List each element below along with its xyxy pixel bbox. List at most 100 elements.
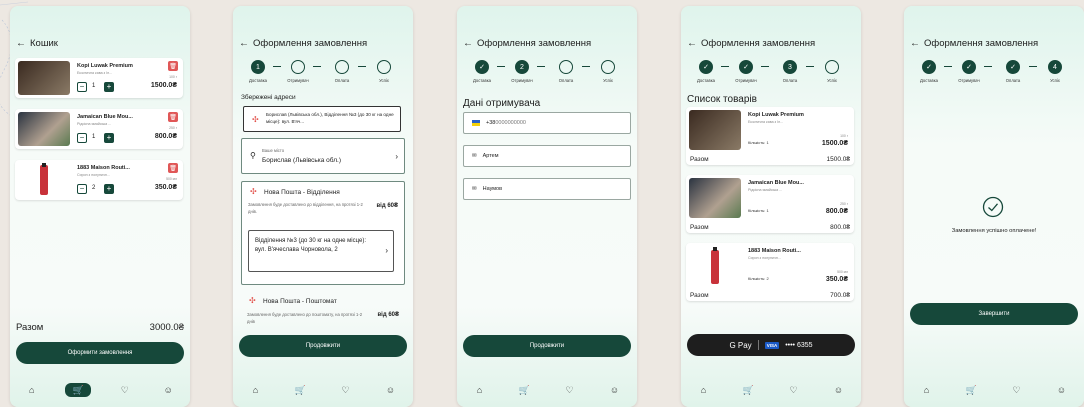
mail-icon: ✉ [472,153,477,159]
last-name-input[interactable]: ✉ Наумов [463,178,631,200]
product-image [689,110,741,150]
profile-icon[interactable]: ☺ [381,383,401,397]
ukraine-flag-icon [472,120,480,126]
phone-input[interactable]: +380000000000 [463,112,631,134]
step-label: Успіх [1050,78,1060,83]
cart-icon[interactable]: 🛒 [291,383,311,397]
home-icon[interactable]: ⌂ [470,383,490,397]
sum-row: Разом 800.0₴ [690,224,850,231]
sum-value: 800.0₴ [830,224,850,231]
recipient-screen: ← Оформлення замовлення ✓ 2 Доставка Отр… [457,6,637,407]
product-description: Екзотична кава з Ін... [748,120,784,124]
continue-button[interactable]: Продовжити [239,335,407,357]
checkout-button[interactable]: Оформити замовлення [16,342,184,364]
stepper: ✓ ✓ ✓ 4 Доставка Отримувач Оплата Успіх [912,60,1072,86]
delivery-price: від 60₴ [376,203,398,209]
home-icon[interactable]: ⌂ [246,383,266,397]
step-4: 4 [1048,60,1062,74]
back-arrow-icon[interactable]: ← [463,38,473,49]
step-3-done: ✓ [1006,60,1020,74]
chevron-right-icon: › [385,246,388,255]
nova-poshta-locker-option[interactable]: ✣ Нова Пошта - Поштомат Замовлення буде … [241,291,405,324]
delivery-title: Нова Пошта - Відділення [264,189,340,196]
delivery-description: Замовлення буде доставлено до поштомату,… [247,312,363,324]
heart-icon[interactable]: ♡ [784,383,804,397]
step-1: 1 [251,60,265,74]
nova-poshta-branch-option[interactable]: ✣ Нова Пошта - Відділення Замовлення буд… [241,181,405,285]
sum-row: Разом 1500.0₴ [690,156,850,163]
plus-button[interactable]: + [104,133,114,143]
trash-icon[interactable]: 🗑 [168,112,178,122]
profile-icon[interactable]: ☺ [605,383,625,397]
product-image [689,246,741,286]
total-value: 3000.0₴ [149,322,184,333]
city-select[interactable]: ⚲ Ваше місто Борислав (Львівська обл.) › [241,138,405,174]
profile-icon[interactable]: ☺ [829,383,849,397]
product-price: 1500.0₴ [821,140,848,147]
cart-icon[interactable]: 🛒 [962,383,982,397]
quantity: 1 [766,140,769,145]
bottom-nav: ⌂ 🛒 ♡ ☺ [904,373,1084,407]
total-label: Разом [16,322,44,333]
bottom-nav: ⌂ 🛒 ♡ ☺ [233,373,413,407]
first-name-input[interactable]: ✉ Артем [463,145,631,167]
cart-icon[interactable]: 🛒 [739,383,759,397]
step-1-done: ✓ [922,60,936,74]
stepper: 1 Доставка Отримувач Оплата Успіх [241,60,401,86]
quantity: 1 [92,134,96,140]
trash-icon[interactable]: 🗑 [168,61,178,71]
sum-label: Разом [690,292,709,299]
product-name: Jamaican Blue Mou... [77,114,133,120]
minus-button[interactable]: − [77,133,87,143]
minus-button[interactable]: − [77,82,87,92]
cart-item[interactable]: Kopi Luwak Premium Екзотична кава з Ін..… [15,58,183,98]
heart-icon[interactable]: ♡ [115,383,135,397]
product-price: 350.0₴ [825,276,848,283]
payment-screen: ← Оформлення замовлення ✓ ✓ 3 Доставка О… [681,6,861,407]
step-label: Оплата [1005,78,1021,83]
heart-icon[interactable]: ♡ [560,383,580,397]
step-3: 3 [783,60,797,74]
delivery-description: Замовлення буде доставлено до відділення… [248,202,363,214]
cart-icon[interactable]: 🛒 [65,383,92,397]
step-3 [335,60,349,74]
home-icon[interactable]: ⌂ [694,383,714,397]
step-2-done: ✓ [962,60,976,74]
saved-address-card[interactable]: ✣ Борислав (Львівська обл.), Відділення … [243,106,401,132]
product-weight: 250 г [169,126,177,130]
cart-item[interactable]: Jamaican Blue Mou... Рідкісна ямайська .… [15,109,183,149]
heart-icon[interactable]: ♡ [336,383,356,397]
minus-button[interactable]: − [77,184,87,194]
step-label: Отримувач [735,78,757,83]
plus-button[interactable]: + [104,184,114,194]
product-name: Kopi Luwak Premium [77,63,133,69]
back-arrow-icon[interactable]: ← [910,38,920,49]
step-4 [377,60,391,74]
product-image [18,112,70,146]
cart-icon[interactable]: 🛒 [515,383,535,397]
cart-item[interactable]: 1883 Maison Routi... Сироп з полуничн...… [15,160,183,200]
back-arrow-icon[interactable]: ← [239,38,249,49]
continue-button[interactable]: Продовжити [463,335,631,357]
branch-select[interactable]: Відділення №3 (до 30 кг на одне місце): … [248,230,394,272]
last-name-value: Наумов [482,186,503,192]
header: ← Оформлення замовлення [910,38,1038,49]
trash-icon[interactable]: 🗑 [168,163,178,173]
back-arrow-icon[interactable]: ← [16,38,26,49]
google-pay-button[interactable]: G Pay VISA •••• 6355 [687,334,855,356]
profile-icon[interactable]: ☺ [158,383,178,397]
page-title: Оформлення замовлення [253,38,368,49]
plus-button[interactable]: + [104,82,114,92]
back-arrow-icon[interactable]: ← [687,38,697,49]
home-icon[interactable]: ⌂ [917,383,937,397]
home-icon[interactable]: ⌂ [22,383,42,397]
mail-icon: ✉ [472,186,477,192]
product-description: Сироп з полуничн... [748,256,781,260]
header: ← Оформлення замовлення [463,38,591,49]
heart-icon[interactable]: ♡ [1007,383,1027,397]
profile-icon[interactable]: ☺ [1052,383,1072,397]
product-weight: 100 г [840,134,848,138]
finish-button[interactable]: Завершити [910,303,1078,325]
step-1-done: ✓ [475,60,489,74]
order-item: Jamaican Blue Mou... Рідкісна ямайська .… [686,175,854,233]
